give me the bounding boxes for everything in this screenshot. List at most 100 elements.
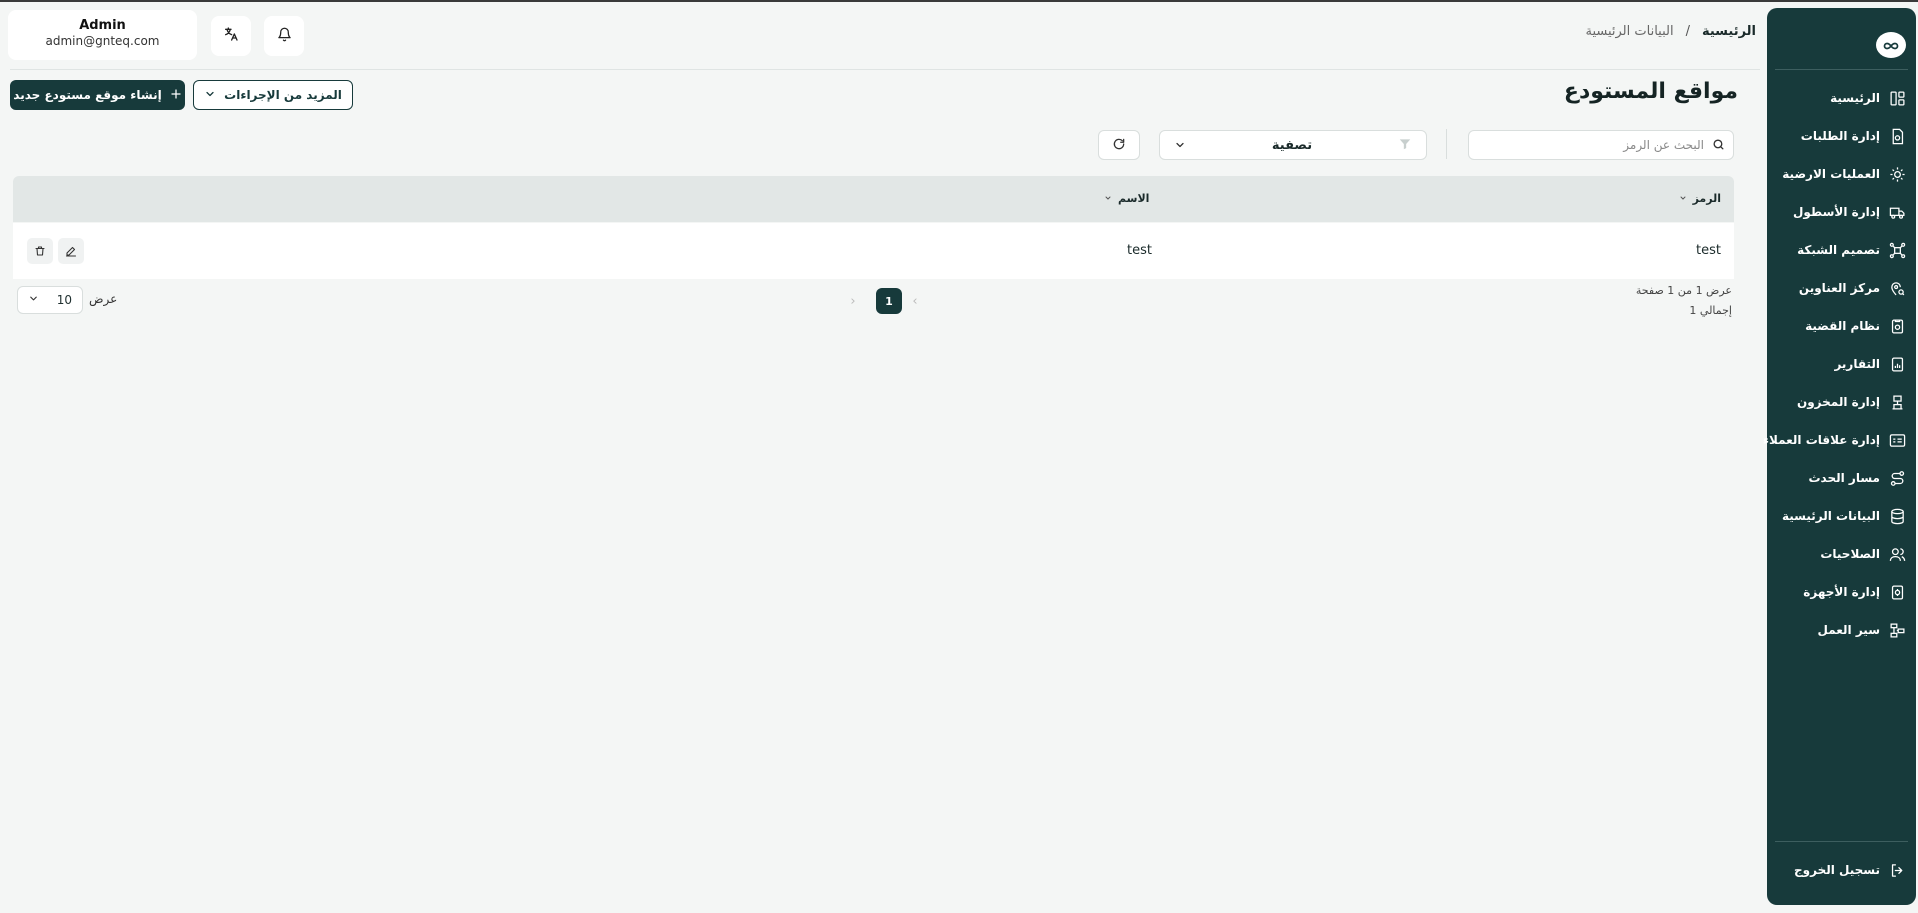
sidebar-item-label: العمليات الارضية: [1782, 167, 1880, 181]
total-count-text: إجمالي 1: [1689, 304, 1732, 317]
workflow-icon: [1888, 621, 1906, 639]
sidebar-item-label: إدارة الأجهزة: [1803, 585, 1880, 599]
sidebar-item-reports[interactable]: التقارير: [1834, 349, 1906, 379]
sidebar-item-label: سير العمل: [1817, 623, 1881, 637]
per-page-label: عرض: [89, 292, 118, 306]
funnel-icon: [1398, 136, 1412, 155]
chevron-down-icon: [1174, 136, 1186, 155]
bell-icon: [277, 27, 292, 46]
devices-icon: [1888, 583, 1906, 601]
sidebar-item-label: نظام القضية: [1805, 319, 1880, 333]
sidebar-item-label: تصميم الشبكة: [1797, 243, 1880, 257]
breadcrumb: الرئيسية / البيانات الرئيسية: [1585, 24, 1756, 39]
delete-button[interactable]: [27, 238, 53, 264]
sidebar-item-label: التقارير: [1834, 357, 1880, 371]
per-page-select[interactable]: 10: [17, 286, 83, 314]
translate-button[interactable]: [211, 16, 251, 56]
sidebar-item-case-system[interactable]: نظام القضية: [1805, 311, 1906, 341]
more-actions-label: المزيد من الإجراءات: [224, 88, 342, 102]
more-actions-button[interactable]: المزيد من الإجراءات: [193, 80, 353, 110]
sidebar-item-label: إدارة المخزون: [1796, 395, 1880, 409]
create-warehouse-location-button[interactable]: إنشاء موقع مستودع جديد: [10, 80, 185, 110]
sort-chevron-icon: [1104, 192, 1112, 205]
truck-icon: [1888, 203, 1906, 221]
trash-icon: [34, 242, 46, 261]
table-row: test test: [13, 223, 1734, 279]
next-page-button[interactable]: ›: [840, 288, 866, 314]
edit-button[interactable]: [58, 238, 84, 264]
search-icon: [1712, 136, 1725, 155]
sidebar-item-label: مركز العناوين: [1798, 281, 1880, 295]
sidebar-item-ground-operations[interactable]: العمليات الارضية: [1782, 159, 1906, 189]
sidebar-item-master-data[interactable]: البيانات الرئيسية: [1782, 501, 1906, 531]
toolbar-divider: [1446, 129, 1447, 159]
sidebar-item-fleet[interactable]: إدارة الأسطول: [1793, 197, 1906, 227]
column-header-name[interactable]: الاسم: [1104, 192, 1149, 205]
column-header-code[interactable]: الرمز: [1679, 192, 1721, 205]
logout-button[interactable]: تسجيل الخروج: [1794, 855, 1906, 885]
sidebar-item-inventory[interactable]: إدارة المخزون: [1797, 387, 1906, 417]
case-icon: [1888, 317, 1906, 335]
breadcrumb-separator: /: [1685, 24, 1690, 39]
sidebar-divider: [1775, 69, 1908, 70]
previous-page-button[interactable]: ‹: [902, 288, 928, 314]
sidebar-item-crm[interactable]: إدارة علاقات العملاء: [1763, 425, 1906, 455]
page-title: مواقع المستودع: [1563, 79, 1738, 104]
event-path-icon: [1888, 469, 1906, 487]
reports-icon: [1888, 355, 1906, 373]
chevron-left-icon: ‹: [912, 293, 918, 309]
sidebar-item-label: الرئيسية: [1830, 91, 1880, 105]
cell-name: test: [1127, 243, 1152, 258]
sidebar-item-address-center[interactable]: مركز العناوين: [1799, 273, 1906, 303]
top-border: [0, 0, 1918, 2]
per-page-value: 10: [56, 293, 72, 307]
sidebar-item-home[interactable]: الرئيسية: [1830, 83, 1906, 113]
column-label-name: الاسم: [1118, 192, 1150, 205]
sidebar-item-label: إدارة الأسطول: [1792, 205, 1880, 219]
chevron-down-icon: [28, 293, 39, 307]
page-count-text: عرض 1 من 1 صفحة: [1635, 284, 1732, 297]
sidebar-item-devices[interactable]: إدارة الأجهزة: [1803, 577, 1906, 607]
sidebar-item-orders[interactable]: إدارة الطلبات: [1801, 121, 1906, 151]
infinity-icon: [1883, 36, 1899, 55]
cell-code: test: [1696, 243, 1721, 258]
logo[interactable]: [1876, 32, 1906, 58]
sidebar: الرئيسية إدارة الطلبات العمليات الارضية …: [1763, 8, 1916, 905]
user-card[interactable]: Admin admin@gnteq.com: [8, 10, 197, 60]
sidebar-divider: [1775, 841, 1908, 842]
plus-icon: [170, 88, 182, 103]
chevron-down-icon: [204, 88, 216, 103]
sidebar-item-workflow[interactable]: سير العمل: [1818, 615, 1907, 645]
ground-ops-icon: [1888, 165, 1906, 183]
header-divider: [10, 69, 1760, 70]
refresh-button[interactable]: [1098, 130, 1140, 160]
table-header: الرمز الاسم: [13, 176, 1734, 222]
search-box: [1468, 130, 1734, 160]
database-icon: [1888, 507, 1906, 525]
sidebar-item-label: الصلاحيات: [1820, 547, 1880, 561]
pencil-icon: [65, 242, 77, 261]
sidebar-item-event-path[interactable]: مسار الحدث: [1809, 463, 1907, 493]
user-name: Admin: [79, 18, 126, 33]
sidebar-item-network-design[interactable]: تصميم الشبكة: [1797, 235, 1906, 265]
column-label-code: الرمز: [1692, 192, 1721, 205]
location-icon: [1888, 279, 1906, 297]
logout-label: تسجيل الخروج: [1794, 863, 1880, 877]
filter-label: تصفية: [1271, 137, 1313, 153]
inventory-icon: [1888, 393, 1906, 411]
create-button-label: إنشاء موقع مستودع جديد: [13, 88, 162, 102]
sidebar-item-label: مسار الحدث: [1808, 471, 1881, 485]
crm-icon: [1888, 431, 1906, 449]
notifications-button[interactable]: [264, 16, 304, 56]
page-button-active[interactable]: 1: [876, 288, 902, 314]
dashboard-icon: [1888, 89, 1906, 107]
search-input[interactable]: [1484, 138, 1704, 152]
refresh-icon: [1112, 136, 1126, 155]
breadcrumb-current: البيانات الرئيسية: [1585, 24, 1674, 39]
sidebar-item-permissions[interactable]: الصلاحيات: [1820, 539, 1906, 569]
orders-icon: [1888, 127, 1906, 145]
breadcrumb-home[interactable]: الرئيسية: [1702, 24, 1756, 39]
sidebar-item-label: إدارة علاقات العملاء: [1762, 433, 1880, 447]
filter-select[interactable]: تصفية: [1159, 130, 1427, 160]
sidebar-item-label: البيانات الرئيسية: [1781, 509, 1880, 523]
